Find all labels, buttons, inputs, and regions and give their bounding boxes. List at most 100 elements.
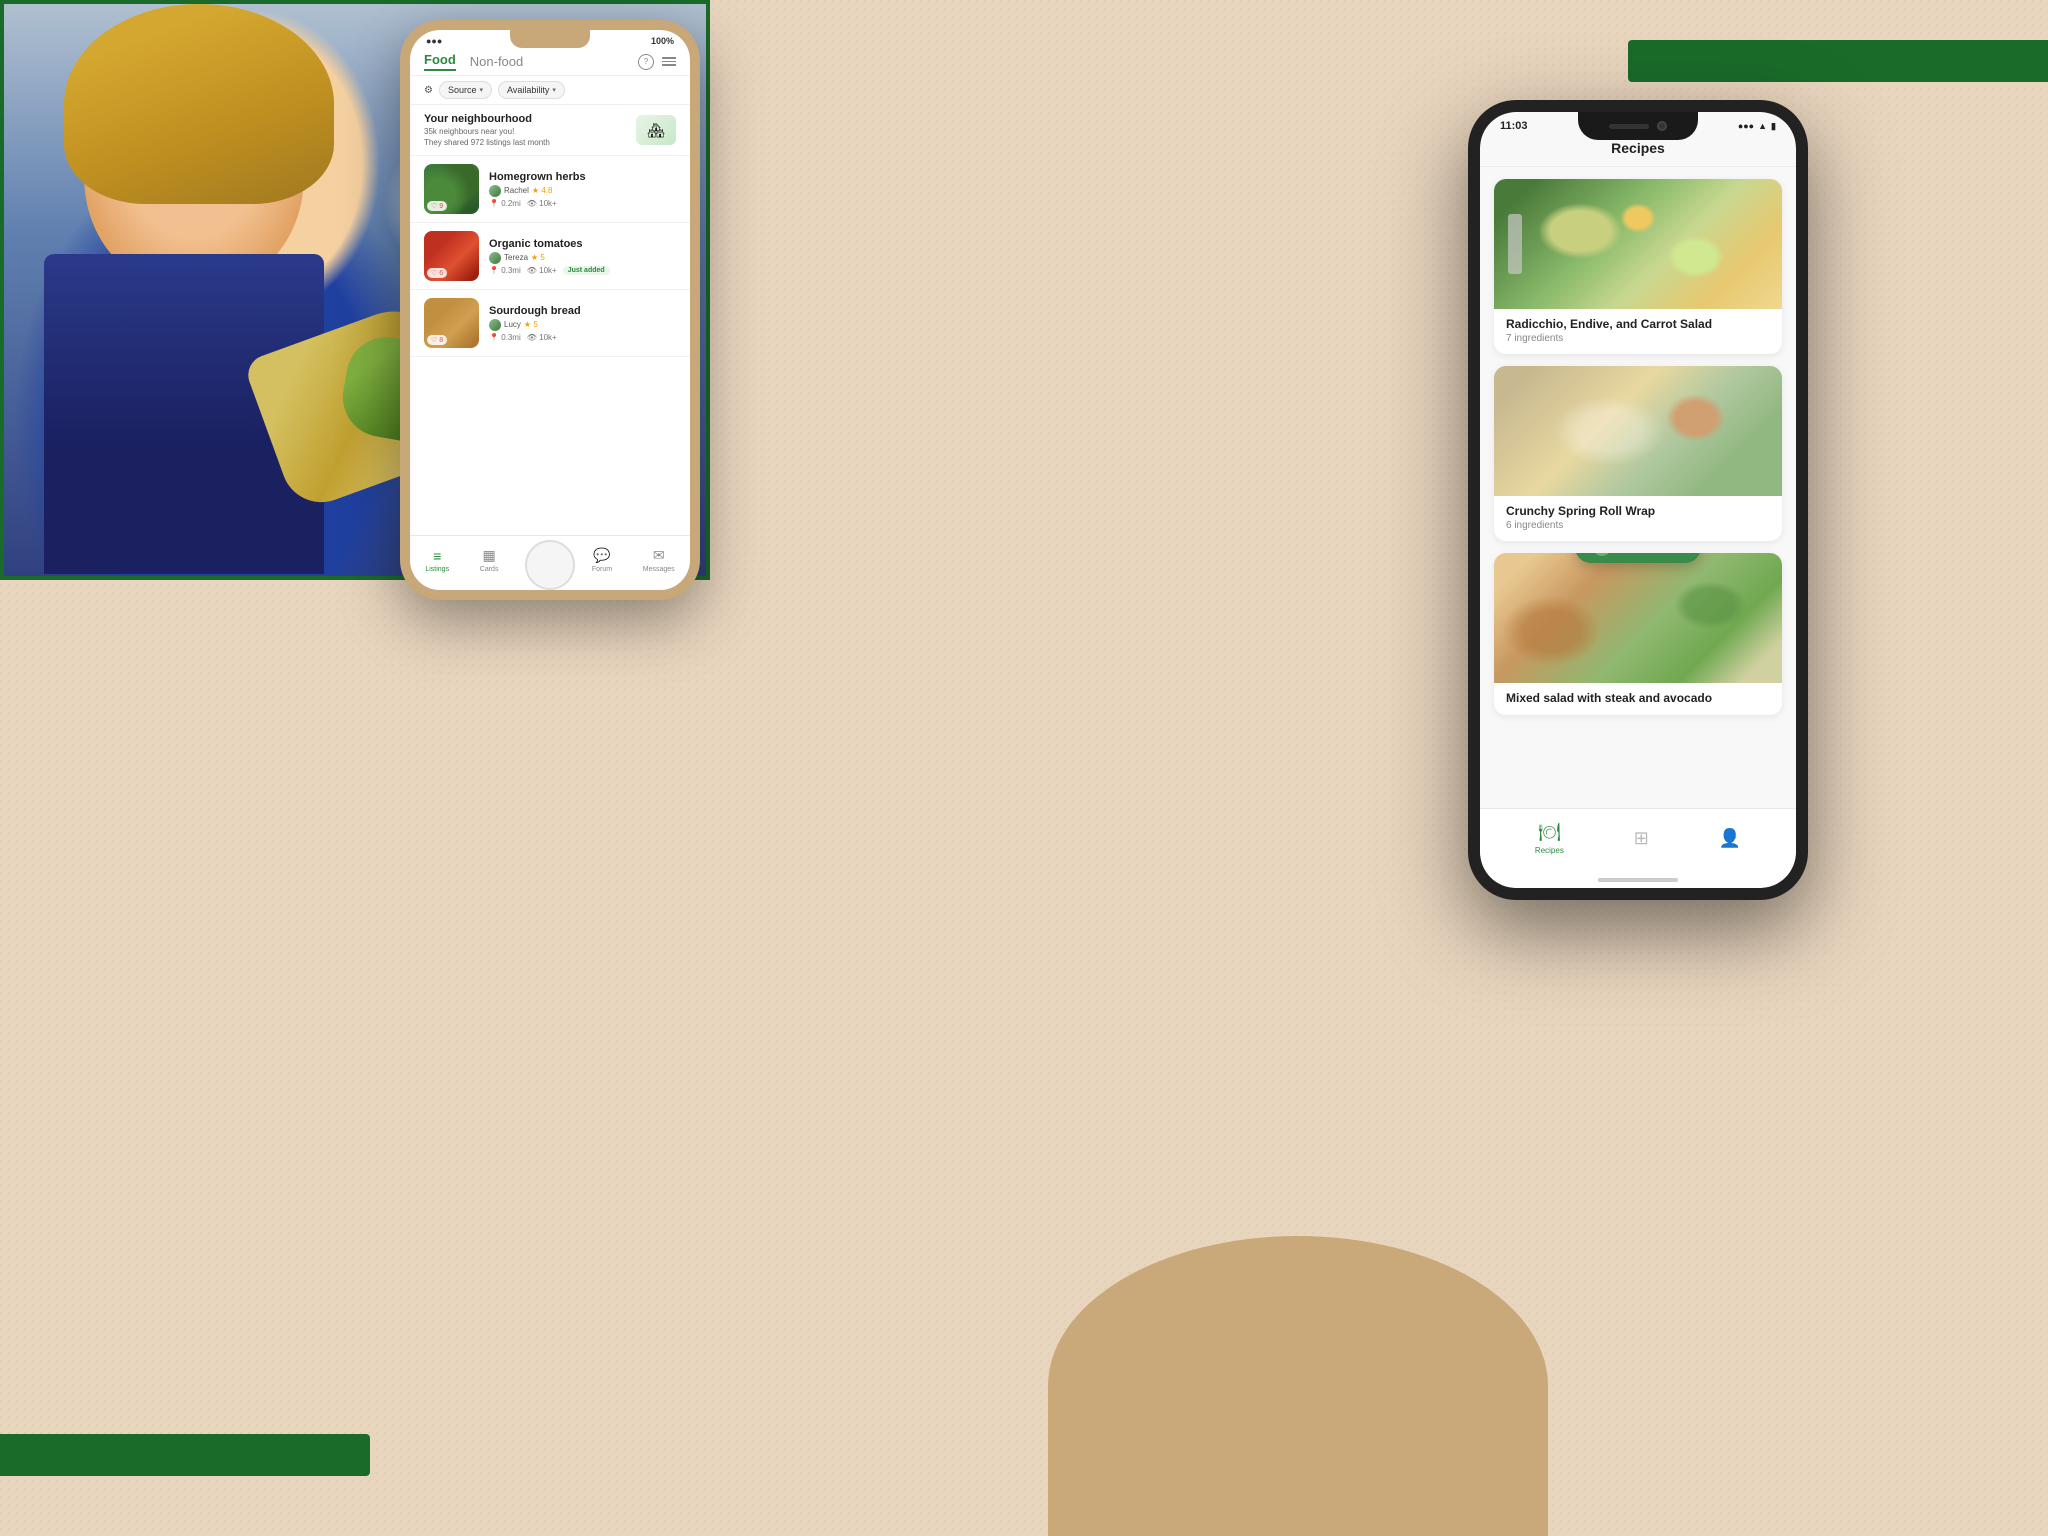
listing-count-tomatoes: 👁 10k+ [527, 266, 557, 275]
listing-thumb-tomatoes: ♡ 6 [424, 231, 479, 281]
cards-label: Cards [480, 566, 499, 573]
listing-info-herbs: Homegrown herbs Rachel ★ 4.8 📍 0.2mi 👁 1… [489, 171, 676, 208]
seller-rating-herbs: ★ 4.8 [532, 186, 553, 195]
seller-avatar-tomatoes [489, 252, 501, 264]
recipe-card-wrap[interactable]: Crunchy Spring Roll Wrap 6 ingredients [1494, 366, 1782, 541]
profile-nav-icon: 👤 [1719, 828, 1741, 849]
cards-icon: ▦ [480, 548, 498, 564]
listing-item-tomatoes[interactable]: ♡ 6 Organic tomatoes Tereza ★ 5 📍 0.3mi … [410, 223, 690, 290]
forum-label: Forum [592, 566, 612, 573]
listing-item-bread[interactable]: ♡ 8 Sourdough bread Lucy ★ 5 📍 0.3mi 👁 1… [410, 290, 690, 357]
recipes-nav-label: Recipes [1535, 846, 1564, 855]
phone2-notch [1578, 112, 1698, 140]
phone1-screen: ●●● 9:41 AM 100% Food Non-food ? ⚙ Sourc… [410, 30, 690, 590]
phone2-nav-profile[interactable]: 👤 [1719, 828, 1741, 849]
phone2-bottom-nav: 🍽 Recipes ⊞ 👤 [1480, 808, 1796, 888]
listing-heart-tomatoes[interactable]: ♡ 6 [427, 268, 447, 278]
filter-count: 2 [1593, 553, 1611, 556]
listing-info-bread: Sourdough bread Lucy ★ 5 📍 0.3mi 👁 10k+ [489, 305, 676, 342]
recipe-card-salad[interactable]: Radicchio, Endive, and Carrot Salad 7 in… [1494, 179, 1782, 354]
availability-filter-btn[interactable]: Availability [498, 81, 565, 99]
listings-icon: ≡ [428, 548, 446, 564]
listing-distance-herbs: 📍 0.2mi [489, 199, 521, 208]
forum-icon: 💬 [593, 548, 611, 564]
recipe-info-wrap: Crunchy Spring Roll Wrap 6 ingredients [1494, 496, 1782, 541]
listing-thumb-bread: ♡ 8 [424, 298, 479, 348]
seller-rating-bread: ★ 5 [524, 320, 538, 329]
recipe-image-steak: 2 Active filters [1494, 553, 1782, 683]
bottom-nav-forum[interactable]: 💬 Forum [592, 548, 612, 573]
green-accent-bar-top [1628, 40, 2048, 82]
recipe-title-salad: Radicchio, Endive, and Carrot Salad [1506, 317, 1770, 331]
listing-info-tomatoes: Organic tomatoes Tereza ★ 5 📍 0.3mi 👁 10… [489, 238, 676, 275]
active-filters-btn[interactable]: 2 Active filters [1575, 553, 1701, 563]
listing-distance-tomatoes: 📍 0.3mi [489, 266, 521, 275]
listing-count-bread: 👁 10k+ [527, 333, 557, 342]
phone2-screen: 11:03 ●●● ▲ ▮ Recipes Radicchio, Endive,… [1480, 112, 1796, 888]
phone1-notch [510, 30, 590, 48]
neighbourhood-desc1: 35k neighbours near you! [424, 127, 550, 136]
recipe-card-steak[interactable]: 2 Active filters Mixed salad with steak … [1494, 553, 1782, 715]
badge-just-added: Just added [563, 266, 610, 275]
phone1-device: ●●● 9:41 AM 100% Food Non-food ? ⚙ Sourc… [400, 20, 700, 600]
phone1-container: ●●● 9:41 AM 100% Food Non-food ? ⚙ Sourc… [400, 20, 700, 600]
listing-name-bread: Sourdough bread [489, 305, 676, 317]
seller-avatar-herbs [489, 185, 501, 197]
recipe-image-salad [1494, 179, 1782, 309]
phone1-nav-bar: Food Non-food ? [410, 48, 690, 76]
wifi-icon: ▲ [1758, 121, 1767, 131]
bottom-nav-listings[interactable]: ≡ Listings [425, 548, 449, 573]
phone1-battery: 100% [651, 36, 674, 46]
tab-food[interactable]: Food [424, 52, 456, 71]
recipe-info-steak: Mixed salad with steak and avocado [1494, 683, 1782, 715]
recipe-ingredients-salad: 7 ingredients [1506, 333, 1770, 344]
filter-bar: ⚙ Source Availability [410, 76, 690, 105]
status-right-icons: ●●● ▲ ▮ [1738, 121, 1776, 132]
listings-label: Listings [425, 566, 449, 573]
listing-name-tomatoes: Organic tomatoes [489, 238, 676, 250]
recipe-title-steak: Mixed salad with steak and avocado [1506, 691, 1770, 705]
menu-icon[interactable] [662, 57, 676, 66]
seller-name-herbs: Rachel [504, 186, 529, 195]
nav-icons: ? [638, 54, 676, 70]
phone2-container: 11:03 ●●● ▲ ▮ Recipes Radicchio, Endive,… [1468, 100, 1808, 900]
phone2-nav-recipes[interactable]: 🍽 Recipes [1535, 822, 1564, 855]
phone2-time: 11:03 [1500, 120, 1528, 132]
help-icon[interactable]: ? [638, 54, 654, 70]
camera [1657, 121, 1667, 131]
messages-icon: ✉ [650, 548, 668, 564]
signal-icon: ●●● [1738, 121, 1754, 131]
recipes-nav-icon: 🍽 [1538, 822, 1561, 843]
phone2-device: 11:03 ●●● ▲ ▮ Recipes Radicchio, Endive,… [1468, 100, 1808, 900]
neighbourhood-title: Your neighbourhood [424, 113, 550, 125]
neighbourhood-desc2: They shared 972 listings last month [424, 138, 550, 147]
listing-count-herbs: 👁 10k+ [527, 199, 557, 208]
listing-thumb-herbs: ♡ 9 [424, 164, 479, 214]
tab-nonfood[interactable]: Non-food [470, 54, 523, 69]
phone2-header: Recipes [1480, 136, 1796, 167]
source-filter-btn[interactable]: Source [439, 81, 492, 99]
phone2-home-indicator [1598, 878, 1678, 882]
seller-rating-tomatoes: ★ 5 [531, 253, 545, 262]
seller-name-tomatoes: Tereza [504, 253, 528, 262]
listing-meta-tomatoes: 📍 0.3mi 👁 10k+ Just added [489, 266, 676, 275]
listing-heart-herbs[interactable]: ♡ 9 [427, 201, 447, 211]
listing-meta-herbs: 📍 0.2mi 👁 10k+ [489, 199, 676, 208]
listing-heart-bread[interactable]: ♡ 8 [427, 335, 447, 345]
listing-meta-bread: 📍 0.3mi 👁 10k+ [489, 333, 676, 342]
tan-decorative-blob [1048, 1236, 1548, 1536]
phone1-carrier: ●●● [426, 36, 442, 46]
phone2-nav-grid[interactable]: ⊞ [1634, 828, 1649, 849]
listing-item-herbs[interactable]: ♡ 9 Homegrown herbs Rachel ★ 4.8 📍 0.2mi… [410, 156, 690, 223]
bottom-nav-messages[interactable]: ✉ Messages [643, 548, 675, 573]
seller-avatar-bread [489, 319, 501, 331]
neighbourhood-icon[interactable]: 🏘 [636, 115, 676, 145]
neighbourhood-section: Your neighbourhood 35k neighbours near y… [410, 105, 690, 156]
seller-name-bread: Lucy [504, 320, 521, 329]
filter-icon[interactable]: ⚙ [424, 85, 433, 96]
grid-nav-icon: ⊞ [1634, 828, 1649, 849]
recipe-info-salad: Radicchio, Endive, and Carrot Salad 7 in… [1494, 309, 1782, 354]
messages-label: Messages [643, 566, 675, 573]
bottom-nav-cards[interactable]: ▦ Cards [480, 548, 499, 573]
phone1-home-button[interactable] [525, 540, 575, 590]
